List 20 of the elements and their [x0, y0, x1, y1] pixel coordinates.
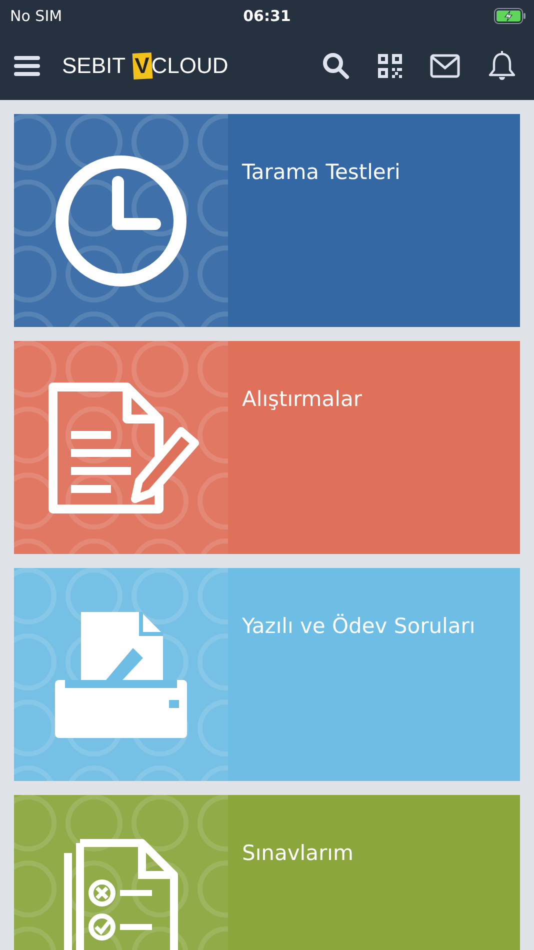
tile-title: Alıştırmalar: [241, 386, 362, 411]
menu-icon[interactable]: [14, 55, 40, 77]
category-tile[interactable]: Alıştırmalar: [14, 341, 520, 554]
battery-icon: [494, 8, 526, 24]
logo-text: CLOUD: [151, 53, 228, 79]
clock-time: 06:31: [243, 7, 291, 25]
search-icon[interactable]: [322, 52, 350, 80]
clock-icon: [54, 154, 188, 288]
category-tile[interactable]: Yazılı ve Ödev Soruları: [14, 568, 520, 781]
logo-text: SEBIT: [62, 53, 126, 79]
category-tile[interactable]: Tarama Testleri: [14, 114, 520, 327]
carrier-label: No SIM: [10, 7, 62, 25]
qr-code-icon[interactable]: [378, 54, 402, 78]
category-tile[interactable]: Sınavlarım: [14, 795, 520, 950]
tile-title: Tarama Testleri: [241, 159, 400, 184]
bell-icon[interactable]: [488, 51, 516, 81]
tile-title: Yazılı ve Ödev Soruları: [241, 612, 476, 638]
tile-title: Sınavlarım: [241, 840, 354, 865]
logo-mark: V: [132, 52, 152, 80]
mail-icon[interactable]: [430, 54, 460, 78]
